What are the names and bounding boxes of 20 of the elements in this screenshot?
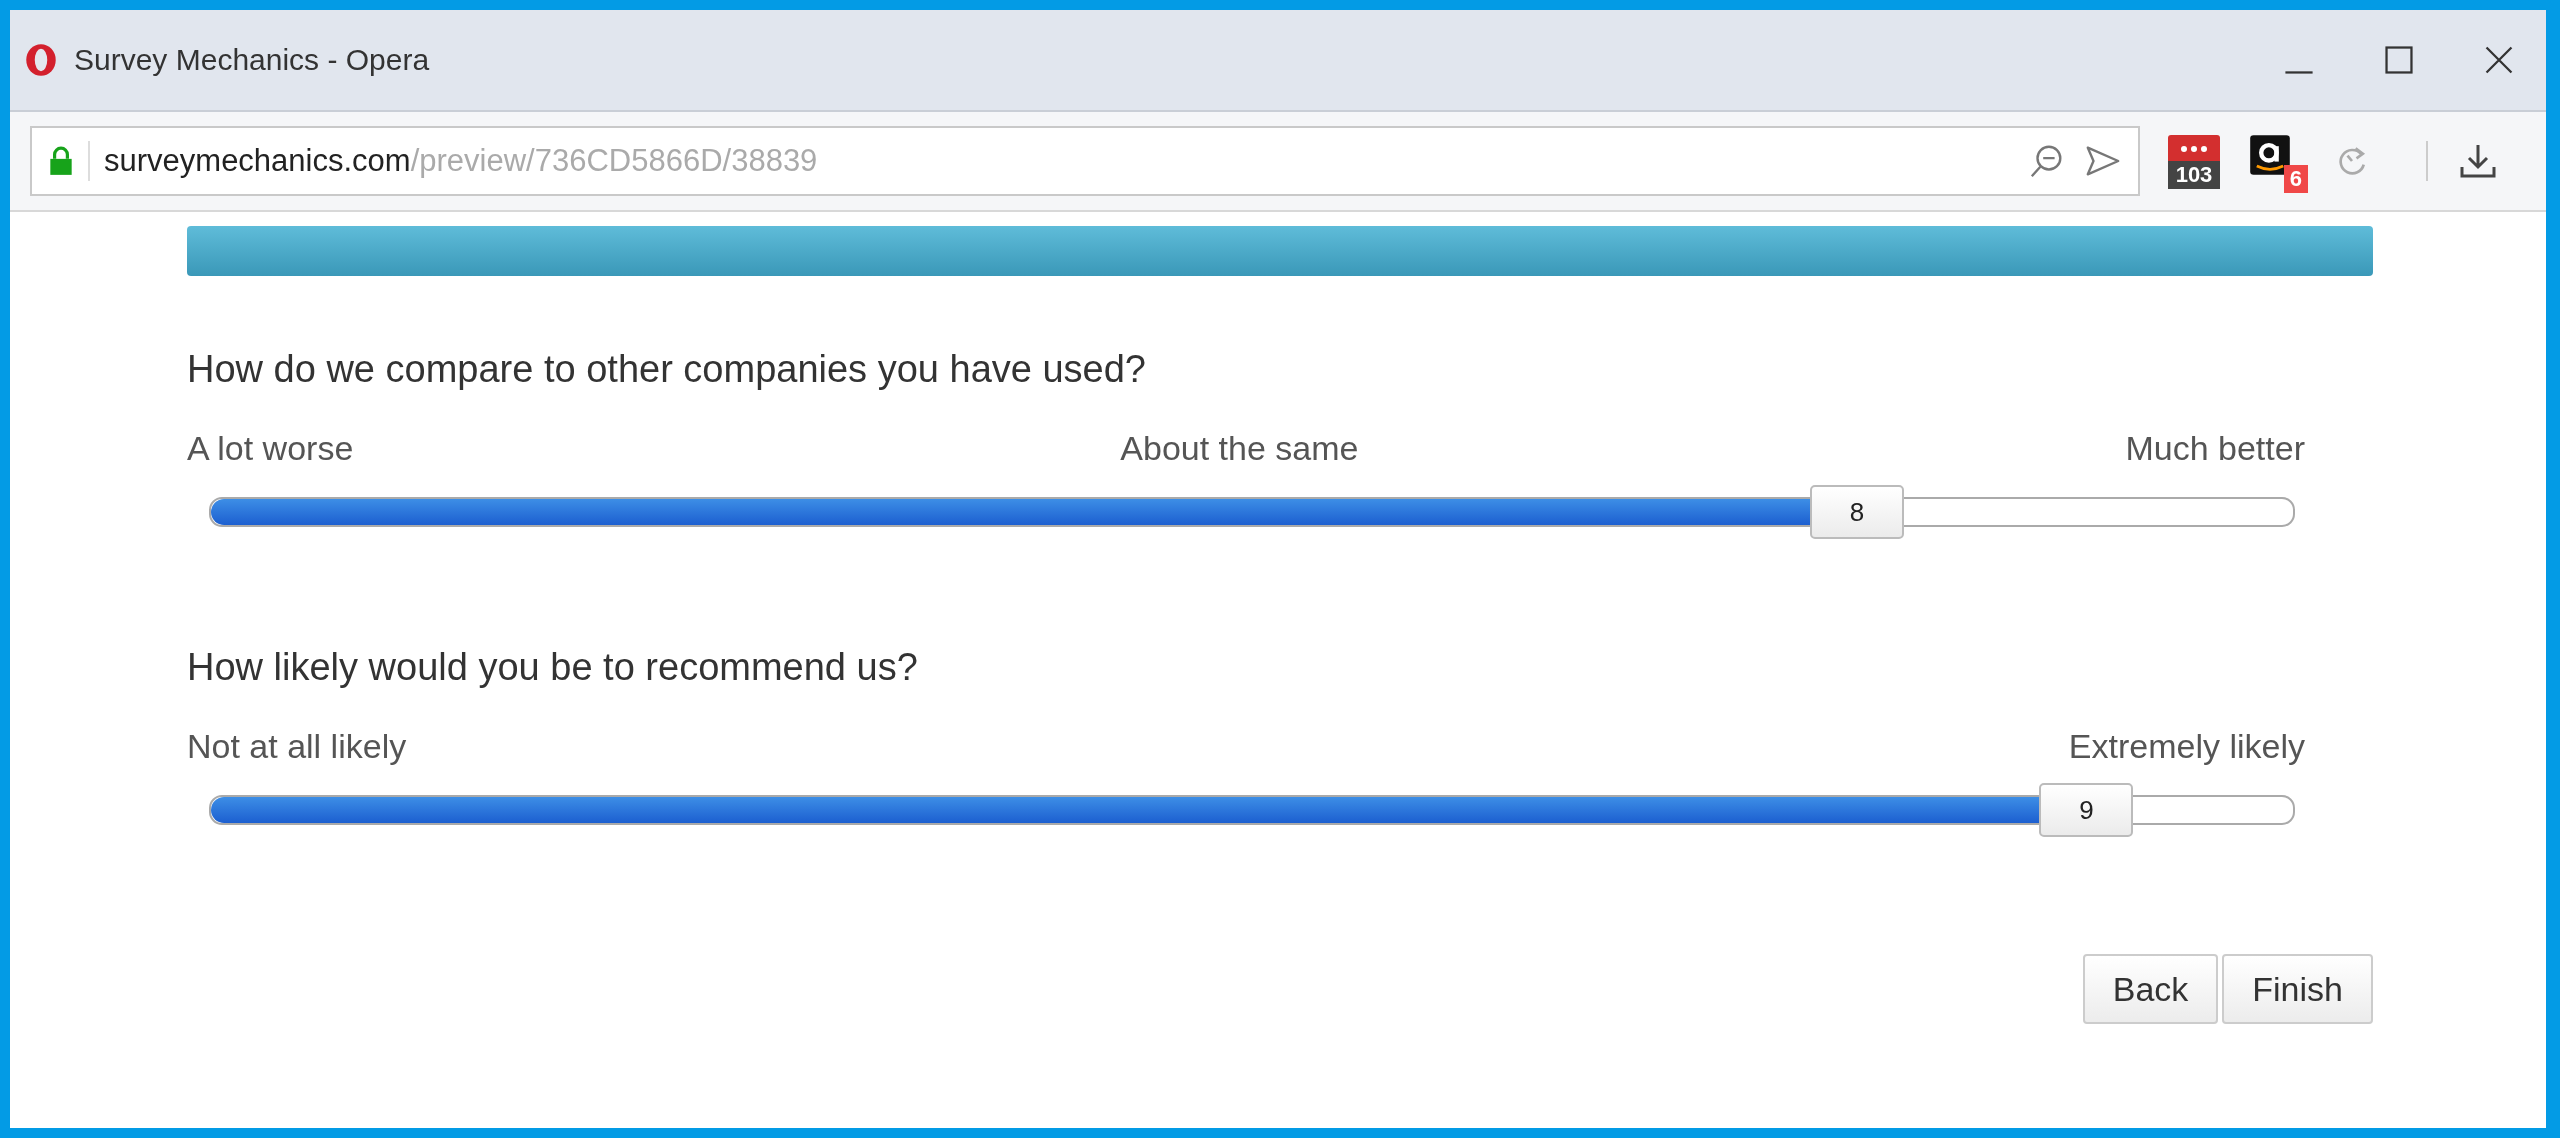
window-title: Survey Mechanics - Opera [74, 43, 430, 77]
slider-track[interactable] [209, 795, 2295, 825]
lock-icon [48, 145, 74, 177]
address-field[interactable]: surveymechanics.com/preview/736CD5866D/38839 [30, 126, 2140, 196]
slider-track[interactable] [209, 497, 2295, 527]
scale-label: About the same [1120, 429, 1359, 468]
url-domain: surveymechanics.com [104, 143, 411, 178]
question-text: How likely would you be to recommend us? [187, 646, 919, 689]
browser-logo-icon [24, 42, 58, 78]
back-button[interactable]: Back [2082, 954, 2219, 1024]
scale-label: Much better [2125, 429, 2305, 468]
slider-handle[interactable]: 9 [2039, 783, 2134, 837]
url-path: /preview/736CD5866D/38839 [410, 143, 818, 178]
finish-button[interactable]: Finish [2222, 954, 2373, 1024]
scale-label: Extremely likely [2068, 727, 2305, 766]
maximize-icon[interactable] [2382, 43, 2416, 77]
scale-label: Not at all likely [187, 727, 407, 766]
question-text: How do we compare to other companies you have used? [187, 348, 1147, 391]
slider-handle[interactable]: 8 [1809, 485, 1904, 539]
scale-label: A lot worse [187, 429, 354, 468]
